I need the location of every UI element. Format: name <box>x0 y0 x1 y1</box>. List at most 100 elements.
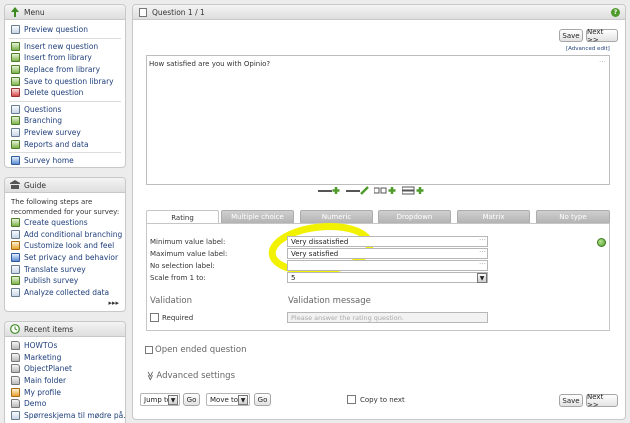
guide-step-create-questions[interactable]: Create questions <box>5 217 125 229</box>
publish-icon <box>11 276 20 286</box>
guide-header: Guide <box>5 178 125 193</box>
menu-divider <box>9 37 121 39</box>
advanced-edit-link[interactable]: [Advanced edit] <box>566 46 610 52</box>
insert-icon <box>11 41 20 51</box>
delete-icon <box>11 88 20 98</box>
menu-title: Menu <box>24 7 45 17</box>
translate-icon <box>11 264 20 274</box>
folder-icon <box>11 376 20 386</box>
menu-item-questions[interactable]: Questions <box>5 104 125 116</box>
add-row-icon[interactable] <box>402 186 426 195</box>
guide-step-publish[interactable]: Publish survey <box>5 275 125 287</box>
menu-item-delete-question[interactable]: Delete question <box>5 87 125 99</box>
menu-divider <box>9 100 121 102</box>
guide-step-translate[interactable]: Translate survey <box>5 263 125 275</box>
tab-no-type[interactable]: No type <box>536 210 610 223</box>
min-value-input[interactable]: Very dissatisfied… <box>287 234 488 247</box>
open-ended-checkbox[interactable] <box>145 346 153 354</box>
questions-icon <box>11 104 20 114</box>
save-library-icon <box>11 76 20 86</box>
save-button[interactable]: Save <box>559 29 583 42</box>
recent-title: Recent items <box>24 324 74 334</box>
menu-item-replace-from-library[interactable]: Replace from library <box>5 64 125 76</box>
recent-item[interactable]: Main folder <box>5 375 125 387</box>
user-icon <box>11 387 20 397</box>
required-checkbox[interactable] <box>150 313 159 322</box>
jump-to-select[interactable]: Jump to ▼ <box>140 393 180 406</box>
menu-header: Menu <box>5 5 125 20</box>
advanced-settings-toggle[interactable]: ≫ Advanced settings <box>145 371 235 381</box>
copy-to-next-checkbox[interactable] <box>347 395 356 404</box>
validation-heading: Validation <box>150 296 192 306</box>
footer-save-button[interactable]: Save <box>559 394 583 407</box>
chevron-down-icon: ▼ <box>238 395 248 405</box>
menu-item-insert-new-question[interactable]: Insert new question <box>5 41 125 53</box>
copy-to-next-label: Copy to next <box>360 396 405 404</box>
recent-item[interactable]: My profile <box>5 386 125 398</box>
question-icon <box>137 7 148 18</box>
max-value-input[interactable]: Very satisfied… <box>287 246 488 259</box>
palette-icon <box>11 241 20 251</box>
question-text: How satisfied are you with Opinio? <box>149 60 271 68</box>
scale-label: Scale from 1 to: <box>150 274 206 282</box>
folder-icon <box>11 364 20 374</box>
recent-item[interactable]: Spørreskjema til mødre på... <box>5 410 125 422</box>
add-column-icon[interactable] <box>374 186 398 195</box>
edit-line-icon[interactable] <box>346 186 370 195</box>
recent-panel: Recent items HOWTOs Marketing ObjectPlan… <box>4 321 126 423</box>
analyze-icon <box>11 287 20 297</box>
tab-matrix[interactable]: Matrix <box>457 210 530 223</box>
guide-panel: Guide The following steps are recommende… <box>4 177 126 312</box>
chevron-down-icon: ▼ <box>477 273 487 283</box>
recent-item[interactable]: Marketing <box>5 352 125 364</box>
validation-message-heading: Validation message <box>288 296 371 306</box>
recent-item[interactable]: Demo <box>5 398 125 410</box>
preview-survey-icon <box>11 128 20 138</box>
editor-resize-dots: … <box>599 56 606 64</box>
question-text-editor[interactable]: How satisfied are you with Opinio? … <box>146 55 610 185</box>
menu-item-branching[interactable]: Branching <box>5 115 125 127</box>
preview-icon <box>11 25 20 35</box>
question-title: Question 1 / 1 <box>152 7 205 17</box>
privacy-icon <box>11 253 20 263</box>
open-ended-label[interactable]: Open ended question <box>155 345 246 355</box>
tab-rating[interactable]: Rating <box>146 210 219 224</box>
guide-step-add-branching[interactable]: Add conditional branching <box>5 229 125 241</box>
validation-message-input[interactable]: Please answer the rating question. <box>287 312 488 323</box>
replace-icon <box>11 65 20 75</box>
menu-item-survey-home[interactable]: Survey home <box>5 155 125 167</box>
status-ok-icon <box>597 238 606 247</box>
menu-divider <box>9 151 121 153</box>
add-line-icon[interactable] <box>318 186 342 195</box>
move-go-button[interactable]: Go <box>254 393 271 406</box>
survey-home-icon <box>11 156 20 166</box>
recent-icon <box>9 324 20 335</box>
guide-step-privacy[interactable]: Set privacy and behavior <box>5 252 125 264</box>
move-to-select[interactable]: Move to ▼ <box>206 393 250 406</box>
help-icon[interactable]: ? <box>611 8 620 17</box>
tab-dropdown[interactable]: Dropdown <box>378 210 451 223</box>
folder-icon <box>11 352 20 362</box>
scale-select[interactable]: 5 ▼ <box>287 272 488 283</box>
menu-item-reports[interactable]: Reports and data <box>5 138 125 150</box>
question-header: Question 1 / 1 ? <box>133 5 625 20</box>
recent-item[interactable]: HOWTOs <box>5 340 125 352</box>
no-selection-input[interactable]: … <box>287 258 488 271</box>
menu-item-preview-survey[interactable]: Preview survey <box>5 127 125 139</box>
guide-step-analyze[interactable]: Analyze collected data <box>5 287 125 299</box>
menu-item-preview-question[interactable]: Preview question <box>5 24 125 36</box>
branching-icon <box>11 229 20 239</box>
required-label: Required <box>162 314 194 322</box>
jump-go-button[interactable]: Go <box>183 393 200 406</box>
double-chevron-icon: ≫ <box>144 371 155 381</box>
menu-item-insert-from-library[interactable]: Insert from library <box>5 52 125 64</box>
menu-item-save-to-library[interactable]: Save to question library <box>5 75 125 87</box>
recent-item[interactable]: ObjectPlanet <box>5 363 125 375</box>
footer-next-button[interactable]: Next >> <box>586 393 618 409</box>
guide-step-look-and-feel[interactable]: Customize look and feel <box>5 240 125 252</box>
check-icon <box>11 218 20 228</box>
menu-icon <box>9 7 20 18</box>
next-button[interactable]: Next >> <box>586 28 618 44</box>
guide-more-arrow[interactable]: ▸▸▸ <box>108 299 119 307</box>
branching-icon <box>11 116 20 126</box>
